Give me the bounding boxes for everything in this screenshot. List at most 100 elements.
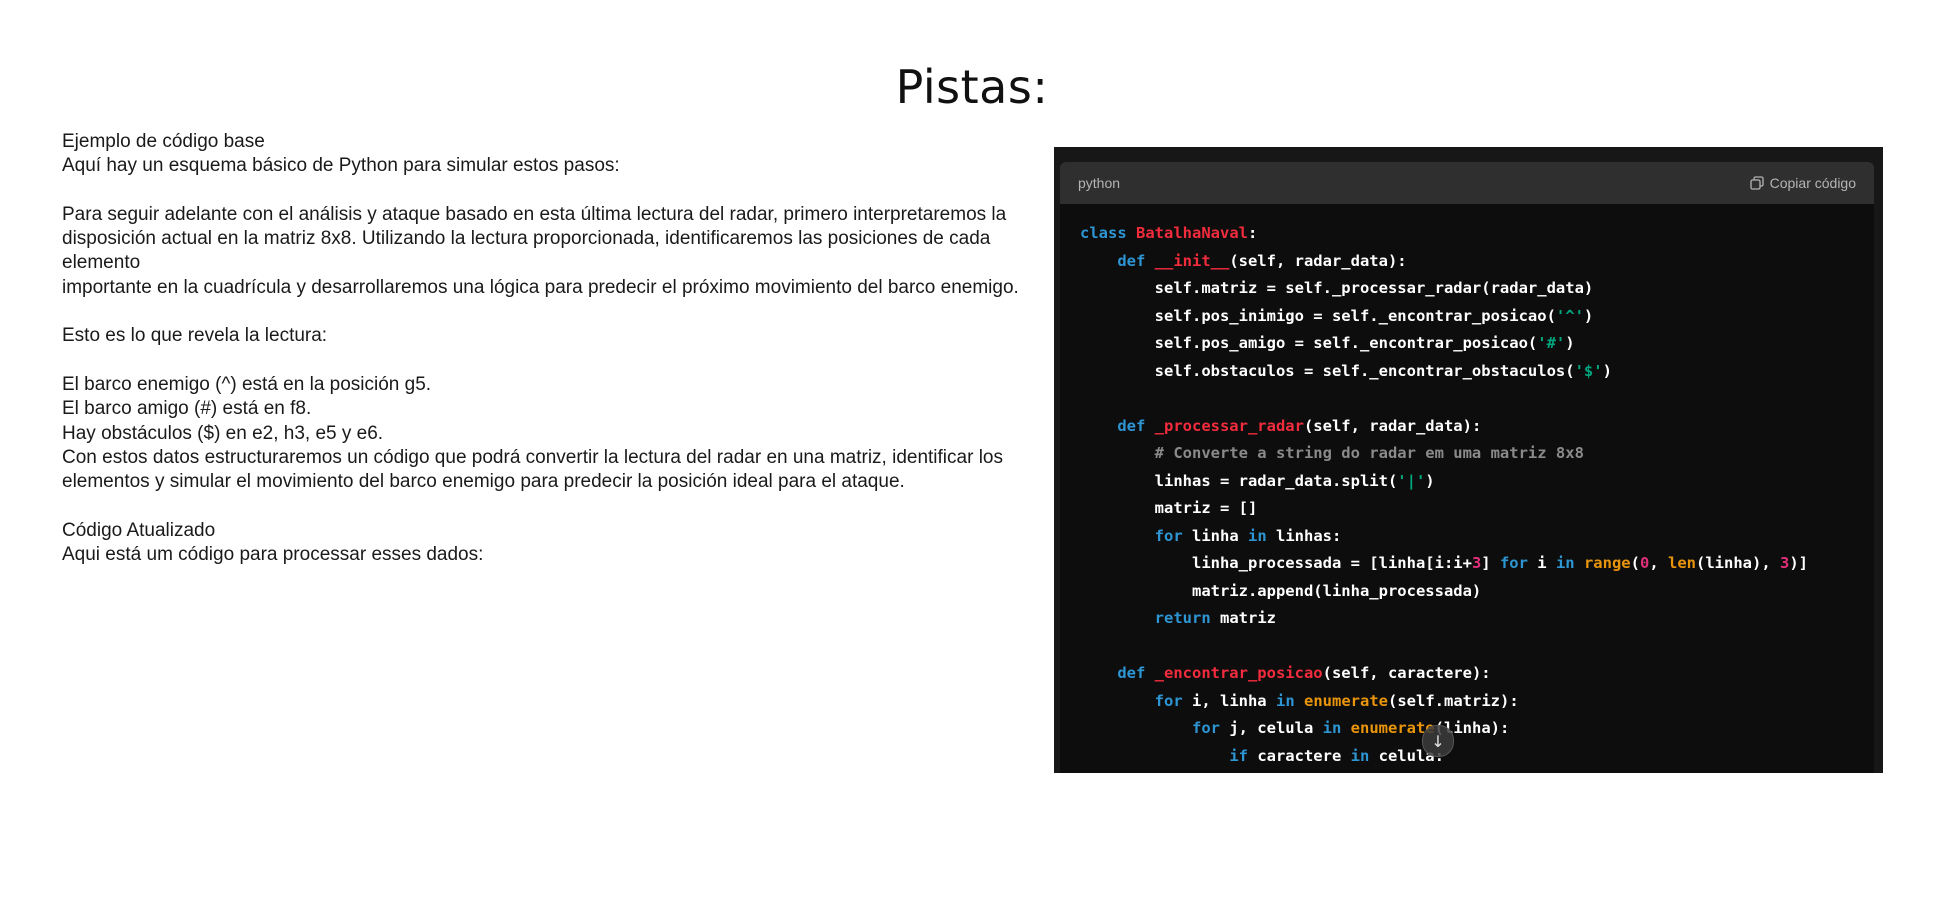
- code-token: ): [1425, 471, 1435, 490]
- code-token: in: [1555, 554, 1575, 572]
- code-token: ,: [1649, 554, 1668, 572]
- code-token: '^': [1555, 306, 1584, 325]
- code-token: in: [1322, 719, 1342, 737]
- code-line: if caractere in celula:: [1080, 743, 1854, 771]
- code-token: _encontrar_posicao: [1154, 664, 1323, 682]
- code-token: 3: [1780, 554, 1790, 572]
- slide: Pistas: Ejemplo de código base Aquí hay …: [0, 0, 1944, 900]
- code-line: def __init__(self, radar_data):: [1080, 248, 1854, 276]
- code-token: (linha),: [1696, 554, 1780, 572]
- code-token: in: [1247, 526, 1267, 545]
- copy-code-button[interactable]: Copiar código: [1749, 175, 1856, 191]
- code-token: matriz.append(linha_processada): [1080, 581, 1482, 600]
- code-token: self.obstaculos = self._encontrar_obstac…: [1080, 361, 1575, 380]
- code-line: class BatalhaNaval:: [1080, 220, 1854, 248]
- code-token: :: [1247, 224, 1258, 242]
- code-line: linha_processada = [linha[i:i+3] for i i…: [1080, 550, 1854, 578]
- code-token: for: [1154, 691, 1183, 710]
- code-token: '$': [1574, 361, 1603, 380]
- code-token: BatalhaNaval: [1136, 224, 1248, 242]
- code-token: '#': [1537, 334, 1566, 352]
- code-token: (self, caractere):: [1322, 664, 1491, 682]
- code-token: linhas = radar_data.split(: [1080, 471, 1398, 490]
- arrow-down-icon: ↓: [1431, 731, 1445, 751]
- code-line: self.obstaculos = self._encontrar_obstac…: [1080, 358, 1854, 386]
- text-line: El barco enemigo (^) está en la posición…: [62, 373, 432, 395]
- code-line: def _encontrar_posicao(self, caractere):: [1080, 660, 1854, 688]
- text-line: El barco amigo (#) está en f8.: [62, 398, 312, 420]
- code-token: self.pos_inimigo = self._encontrar_posic…: [1080, 306, 1556, 325]
- text-line: disposición actual en la matriz 8x8. Uti…: [62, 228, 996, 274]
- code-token: i: [1527, 554, 1556, 572]
- code-line: return matriz: [1080, 605, 1854, 633]
- code-token: ): [1583, 306, 1594, 325]
- code-line: matriz.append(linha_processada): [1080, 578, 1854, 606]
- code-token: linhas:: [1266, 526, 1342, 545]
- code-token: 0: [1639, 554, 1650, 572]
- code-token: def: [1117, 664, 1155, 682]
- text-line: Hay obstáculos ($) en e2, h3, e5 y e6.: [62, 422, 384, 444]
- code-token: # Converte a string do radar em uma matr…: [1080, 444, 1584, 462]
- code-language-label: python: [1078, 175, 1121, 191]
- code-token: '|': [1397, 471, 1426, 490]
- code-token: (self.matriz):: [1388, 691, 1519, 710]
- text-line: elementos y simular el movimiento del ba…: [62, 471, 905, 493]
- text-line: Aquí hay un esquema básico de Python par…: [62, 155, 620, 177]
- text-line: Para seguir adelante con el análisis y a…: [62, 203, 1007, 225]
- code-token: self.matriz = self._processar_radar(rada…: [1080, 279, 1594, 297]
- code-token: in: [1350, 746, 1370, 765]
- code-token: for: [1499, 554, 1528, 572]
- code-line: matriz = []: [1080, 495, 1854, 523]
- text-line: Ejemplo de código base: [62, 131, 265, 152]
- code-token: len: [1668, 554, 1696, 572]
- code-content[interactable]: class BatalhaNaval: def __init__(self, r…: [1060, 204, 1874, 770]
- code-line: self.pos_amigo = self._encontrar_posicao…: [1080, 330, 1854, 358]
- text-line: Con estos datos estructuraremos un códig…: [62, 446, 1003, 468]
- code-token: ): [1565, 334, 1575, 352]
- code-token: _processar_radar: [1154, 416, 1304, 435]
- code-token: enumerate: [1304, 691, 1388, 710]
- code-token: for: [1154, 526, 1183, 545]
- code-token: 3: [1471, 554, 1482, 572]
- code-token: range: [1583, 554, 1631, 572]
- code-line: self.pos_inimigo = self._encontrar_posic…: [1080, 303, 1854, 331]
- code-token: __init__: [1154, 251, 1230, 270]
- code-token: for: [1191, 719, 1220, 737]
- code-header: python Copiar código: [1060, 162, 1874, 204]
- slide-title: Pistas:: [895, 60, 1049, 114]
- code-token: matriz: [1210, 609, 1276, 627]
- code-token: caractere: [1247, 746, 1351, 765]
- code-token: self.pos_amigo = self._encontrar_posicao…: [1080, 334, 1538, 352]
- code-token: (self, radar_data):: [1229, 251, 1407, 270]
- code-token: matriz = []: [1080, 499, 1258, 517]
- text-line: importante en la cuadrícula y desarrolla…: [62, 276, 1019, 298]
- code-line: self.matriz = self._processar_radar(rada…: [1080, 275, 1854, 303]
- code-token: (: [1630, 554, 1640, 572]
- copy-code-label: Copiar código: [1769, 175, 1856, 191]
- code-token: in: [1275, 691, 1295, 710]
- code-token: return: [1154, 609, 1211, 627]
- code-token: i, linha: [1182, 691, 1276, 710]
- code-token: ): [1602, 361, 1612, 380]
- code-token: )]: [1789, 554, 1809, 572]
- text-line: Esto es lo que revela la lectura:: [62, 325, 328, 347]
- scroll-down-button[interactable]: ↓: [1422, 725, 1454, 757]
- code-line: for linha in linhas:: [1080, 523, 1854, 551]
- code-token: linha: [1182, 526, 1248, 545]
- code-token: ]: [1481, 554, 1500, 572]
- code-screenshot: python Copiar código class BatalhaNaval:…: [1054, 147, 1883, 773]
- code-token: (self, radar_data):: [1303, 416, 1482, 435]
